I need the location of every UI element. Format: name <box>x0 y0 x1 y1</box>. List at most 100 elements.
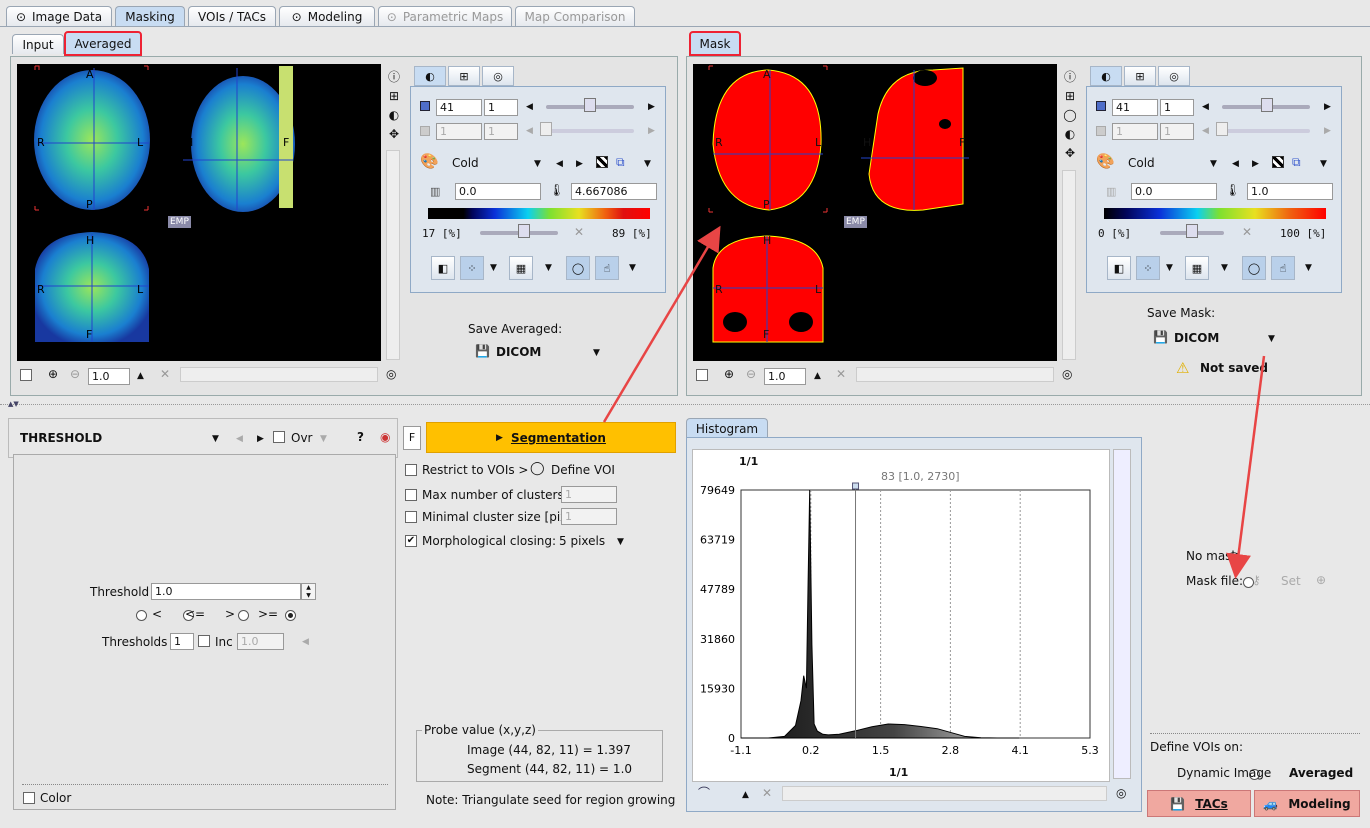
prev-lut-icon[interactable]: ◀ <box>556 159 563 169</box>
tile-button[interactable]: ⁘ <box>1136 256 1160 280</box>
copy-icon[interactable]: ⧉ <box>1292 155 1301 170</box>
frame-field-b[interactable]: 1 <box>1112 123 1158 140</box>
next-icon[interactable]: ▶ <box>1324 126 1331 136</box>
grid-button[interactable]: ▦ <box>1185 256 1209 280</box>
slider-thumb[interactable] <box>1261 98 1273 112</box>
grid-button[interactable]: ▦ <box>509 256 533 280</box>
frame2-field[interactable]: 1 <box>1160 99 1194 116</box>
up-icon[interactable]: ▲ <box>814 371 821 381</box>
histogram-scrollbar[interactable] <box>1113 449 1131 779</box>
min-field[interactable]: 0.0 <box>455 183 541 200</box>
hand-button[interactable]: ☝ <box>595 256 619 280</box>
op-gt-radio[interactable] <box>237 610 249 621</box>
crosshair-icon[interactable]: ✥ <box>1063 144 1077 163</box>
chevron-down-icon[interactable]: ▼ <box>320 434 327 444</box>
info-icon[interactable]: ⓘ <box>1063 68 1077 87</box>
save-format-select[interactable]: DICOM <box>496 345 541 359</box>
contrast-tab-icon[interactable]: ◐ <box>414 66 446 86</box>
threshold-field[interactable]: 1.0 <box>151 583 301 600</box>
prev-icon[interactable]: ◀ <box>1202 102 1209 112</box>
define-voi-button[interactable]: Define VOI <box>551 463 615 477</box>
prev-icon[interactable]: ◀ <box>526 102 533 112</box>
tab-vois-tacs[interactable]: VOIs / TACs <box>188 6 276 26</box>
curve-icon[interactable]: ⌒ <box>698 784 710 801</box>
min-cluster-field[interactable]: 1 <box>561 508 617 525</box>
zoom-field[interactable]: 1.0 <box>88 368 130 385</box>
mask-image-viewer[interactable]: A P R L H F H R L F EMP <box>693 64 1057 361</box>
zoom-icon[interactable]: ⊕ <box>1316 573 1326 587</box>
close-icon[interactable]: ✕ <box>574 225 584 239</box>
segmentation-button[interactable]: ▶ Segmentation <box>426 422 676 453</box>
morph-checkbox[interactable]: ✔ <box>405 535 417 547</box>
outline-button[interactable]: ◯ <box>566 256 590 280</box>
next-icon[interactable]: ▶ <box>648 126 655 136</box>
method-select[interactable]: THRESHOLD <box>20 431 102 445</box>
max-clusters-field[interactable]: 1 <box>561 486 617 503</box>
frame-slider-b[interactable] <box>546 129 634 133</box>
frame-field[interactable]: 41 <box>436 99 482 116</box>
inc-field[interactable]: 1.0 <box>237 633 284 650</box>
frame-field[interactable]: 41 <box>1112 99 1158 116</box>
reset-icon[interactable]: ◎ <box>1116 786 1126 800</box>
fusion-tab-icon[interactable]: ◎ <box>482 66 514 86</box>
slider-thumb[interactable] <box>540 122 552 136</box>
chevron-down-icon[interactable]: ▼ <box>644 159 651 169</box>
next-icon[interactable]: ▶ <box>648 102 655 112</box>
hand-button[interactable]: ☝ <box>1271 256 1295 280</box>
viewer-checkbox[interactable] <box>696 369 708 381</box>
up-icon[interactable]: ▲ <box>742 790 749 800</box>
frame2-field-b[interactable]: 1 <box>1160 123 1194 140</box>
tab-map-comparison[interactable]: Map Comparison <box>515 6 635 26</box>
chevron-down-icon[interactable]: ▼ <box>593 348 600 358</box>
prev-icon[interactable]: ◀ <box>1202 126 1209 136</box>
color-checkbox[interactable] <box>23 792 35 804</box>
reset-icon[interactable]: ◎ <box>1062 367 1072 381</box>
chevron-down-icon[interactable]: ▼ <box>1210 159 1217 169</box>
crosshair-icon[interactable]: ✥ <box>387 125 401 144</box>
colorbar[interactable] <box>1104 208 1326 219</box>
next-lut-icon[interactable]: ▶ <box>576 159 583 169</box>
contrast-icon[interactable]: ◐ <box>387 106 401 125</box>
horizontal-scrollbar[interactable] <box>180 367 378 382</box>
chevron-down-icon[interactable]: ▼ <box>212 434 219 444</box>
grid-tab-icon[interactable]: ⊞ <box>1124 66 1156 86</box>
close-icon[interactable]: ✕ <box>836 367 846 381</box>
fusion-tab-icon[interactable]: ◎ <box>1158 66 1190 86</box>
layout-button[interactable]: ◧ <box>1107 256 1131 280</box>
zoom-field[interactable]: 1.0 <box>764 368 806 385</box>
tile-button[interactable]: ⁘ <box>460 256 484 280</box>
viewer-scrollbar[interactable] <box>386 150 400 360</box>
layout-icon[interactable]: ⊞ <box>387 87 401 106</box>
zoom-out-icon[interactable]: ⊖ <box>746 367 756 381</box>
layout-button[interactable]: ◧ <box>431 256 455 280</box>
set-button[interactable]: Set <box>1281 574 1301 588</box>
tab-mask[interactable]: Mask <box>689 31 741 56</box>
close-icon[interactable]: ✕ <box>1242 225 1252 239</box>
min-cluster-checkbox[interactable] <box>405 511 417 523</box>
viewer-scrollbar[interactable] <box>1062 170 1076 360</box>
max-field[interactable]: 1.0 <box>1247 183 1333 200</box>
tab-masking[interactable]: Masking <box>115 6 185 26</box>
invert-icon[interactable] <box>1272 156 1284 168</box>
roi-icon[interactable]: ◯ <box>1063 106 1077 125</box>
chevron-down-icon[interactable]: ▼ <box>1268 334 1275 344</box>
horizontal-scrollbar[interactable] <box>782 786 1107 801</box>
zoom-out-icon[interactable]: ⊖ <box>70 367 80 381</box>
max-clusters-checkbox[interactable] <box>405 489 417 501</box>
splitter[interactable] <box>0 404 1370 410</box>
inc-checkbox[interactable] <box>198 635 210 647</box>
zoom-in-icon[interactable]: ⊕ <box>48 367 58 381</box>
key-icon[interactable]: ⚷ <box>1252 573 1261 587</box>
up-icon[interactable]: ▲ <box>137 371 144 381</box>
lut-select[interactable]: Cold <box>452 156 479 170</box>
prev-icon[interactable]: ◀ <box>526 126 533 136</box>
morph-select[interactable]: 5 pixels <box>559 534 605 548</box>
averaged-image-viewer[interactable]: A P R L H F H R L F EMP <box>17 64 381 361</box>
min-field[interactable]: 0.0 <box>1131 183 1217 200</box>
save-format-select[interactable]: DICOM <box>1174 331 1219 345</box>
slider-thumb[interactable] <box>584 98 596 112</box>
help-button[interactable]: ? <box>357 430 364 444</box>
tacs-button[interactable]: 💾 TACs <box>1147 790 1251 817</box>
frame-slider-b[interactable] <box>1222 129 1310 133</box>
threshold-spinner[interactable]: ▲ ▼ <box>301 583 316 600</box>
